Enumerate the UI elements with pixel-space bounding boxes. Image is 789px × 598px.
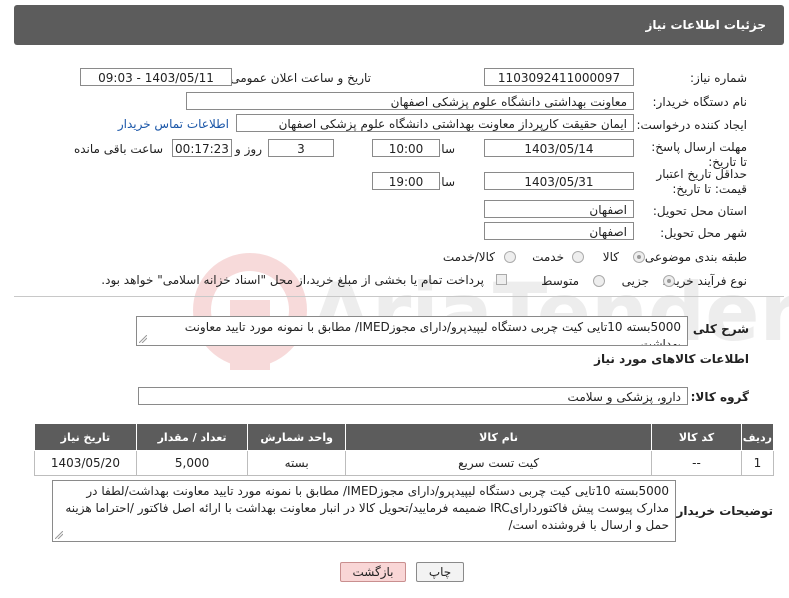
- remaining-time-field: 00:17:23: [172, 139, 232, 157]
- days-field: 3: [268, 139, 334, 157]
- need-number-field: 1103092411000097: [484, 68, 634, 86]
- remaining-label: ساعت باقی مانده: [73, 142, 163, 156]
- buyer-field: معاونت بهداشتی دانشگاه علوم پزشکی اصفهان: [186, 92, 634, 110]
- buyer-notes-text: 5000بسته 10تایی کیت چربی دستگاه لیپیدپرو…: [65, 484, 669, 532]
- print-button[interactable]: چاپ: [416, 562, 464, 582]
- col-header-name: نام کالا: [345, 423, 653, 451]
- buyer-notes-label: توضیحات خریدار:: [671, 504, 773, 518]
- process-radio-medium[interactable]: [593, 275, 605, 287]
- description-text: 5000بسته 10تایی کیت چربی دستگاه لیپیدپرو…: [184, 320, 681, 346]
- table-header-row: ردیف کد کالا نام کالا واحد شمارش تعداد /…: [34, 423, 775, 451]
- goods-section-title: اطلاعات کالاهای مورد نیاز: [594, 352, 749, 366]
- goods-group-field: دارو، پزشکی و سلامت: [138, 387, 688, 405]
- cell-name: کیت تست سریع: [345, 450, 653, 476]
- col-header-code: کد کالا: [651, 423, 742, 451]
- divider: [14, 296, 784, 297]
- col-header-row-number: ردیف: [740, 423, 775, 451]
- col-header-unit: واحد شمارش: [247, 423, 347, 451]
- buyer-notes-textarea[interactable]: 5000بسته 10تایی کیت چربی دستگاه لیپیدپرو…: [52, 480, 676, 542]
- cell-quantity: 5,000: [135, 450, 249, 476]
- validity-date-field: 1403/05/31: [484, 172, 634, 190]
- validity-label: حداقل تاریخ اعتبار قیمت: تا تاریخ:: [656, 167, 747, 196]
- col-header-quantity: تعداد / مقدار: [135, 423, 249, 451]
- category-radio-service[interactable]: [572, 251, 584, 263]
- category-option-goods: کالا: [602, 250, 619, 264]
- validity-time-field: 19:00: [372, 172, 440, 190]
- process-option-minor: جزیی: [621, 274, 649, 288]
- resize-grip-icon[interactable]: [139, 335, 147, 343]
- category-option-goods-service: کالا/خدمت: [442, 250, 495, 264]
- cell-unit: بسته: [247, 450, 347, 476]
- need-number-label: شماره نیاز:: [690, 71, 747, 85]
- creator-field: ایمان حقیقت کارپرداز معاونت بهداشتی دانش…: [236, 114, 634, 132]
- treasury-checkbox[interactable]: [496, 274, 507, 285]
- treasury-note: پرداخت تمام یا بخشی از مبلغ خرید،از محل …: [101, 273, 484, 287]
- province-field: اصفهان: [484, 200, 634, 218]
- days-label: روز و: [235, 142, 262, 156]
- table-row: 1 -- کیت تست سریع بسته 5,000 1403/05/20: [34, 450, 775, 476]
- page-title: جزئیات اطلاعات نیاز: [645, 18, 766, 32]
- description-textarea[interactable]: 5000بسته 10تایی کیت چربی دستگاه لیپیدپرو…: [136, 316, 688, 346]
- resize-grip-icon[interactable]: [55, 531, 63, 539]
- category-option-service: خدمت: [532, 250, 564, 264]
- goods-group-label: گروه کالا:: [690, 390, 749, 404]
- cell-row-number: 1: [740, 450, 775, 476]
- buyer-contact-link[interactable]: اطلاعات تماس خریدار: [118, 117, 229, 131]
- cell-date: 1403/05/20: [34, 450, 137, 476]
- city-field: اصفهان: [484, 222, 634, 240]
- goods-table: ردیف کد کالا نام کالا واحد شمارش تعداد /…: [34, 423, 775, 476]
- category-radio-goods-service[interactable]: [504, 251, 516, 263]
- deadline-time-field: 10:00: [372, 139, 440, 157]
- category-label: طبقه بندی موضوعی:: [640, 250, 747, 264]
- city-label: شهر محل تحویل:: [660, 226, 747, 240]
- process-option-medium: متوسط: [541, 274, 579, 288]
- col-header-date: تاریخ نیاز: [34, 423, 137, 451]
- header-panel: جزئیات اطلاعات نیاز: [14, 5, 784, 45]
- creator-label: ایجاد کننده درخواست:: [636, 118, 747, 132]
- category-radio-goods[interactable]: [633, 251, 645, 263]
- buyer-label: نام دستگاه خریدار:: [652, 95, 748, 109]
- announce-label: تاریخ و ساعت اعلان عمومی:: [226, 71, 371, 85]
- deadline-date-field: 1403/05/14: [484, 139, 634, 157]
- province-label: استان محل تحویل:: [652, 204, 747, 218]
- announce-field: 1403/05/11 - 09:03: [80, 68, 232, 86]
- deadline-label: مهلت ارسال پاسخ: تا تاریخ:: [651, 140, 747, 169]
- back-button[interactable]: بازگشت: [340, 562, 406, 582]
- cell-code: --: [651, 450, 742, 476]
- process-radio-minor[interactable]: [663, 275, 675, 287]
